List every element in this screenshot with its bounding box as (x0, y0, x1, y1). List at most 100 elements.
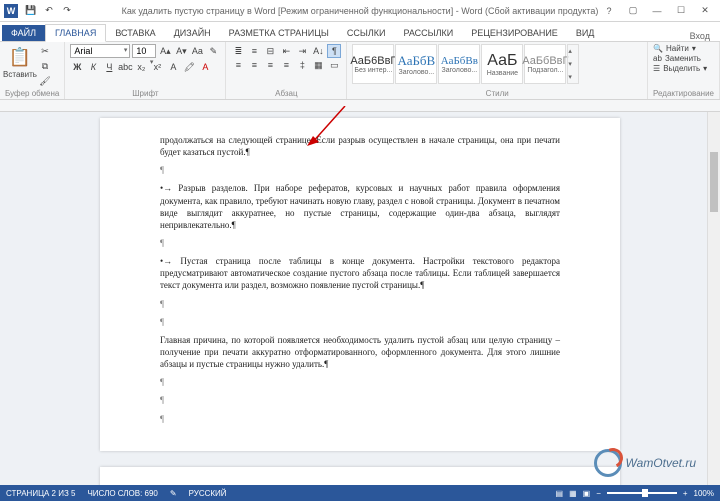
redo-icon[interactable]: ↷ (60, 4, 74, 18)
tab-design[interactable]: ДИЗАЙН (165, 25, 220, 41)
word-app-icon: W (4, 4, 18, 18)
shrink-font-icon[interactable]: A▾ (174, 44, 188, 58)
signin-link[interactable]: Вход (690, 31, 720, 41)
style-heading1[interactable]: АаБбВЗаголово... (395, 44, 437, 84)
text-effect-icon[interactable]: A (166, 60, 180, 74)
titlebar: W 💾 ↶ ↷ Как удалить пустую страницу в Wo… (0, 0, 720, 22)
status-proofing-icon[interactable]: ✎ (170, 489, 177, 498)
paste-label: Вставить (3, 70, 37, 79)
window-title: Как удалить пустую страницу в Word [Режи… (122, 6, 599, 16)
ruler[interactable] (0, 100, 720, 112)
vertical-scrollbar[interactable] (707, 112, 720, 485)
undo-icon[interactable]: ↶ (42, 4, 56, 18)
ribbon-options-icon[interactable]: ▢ (622, 2, 644, 20)
highlight-icon[interactable]: 🖍 (182, 60, 196, 74)
statusbar: СТРАНИЦА 2 ИЗ 5 ЧИСЛО СЛОВ: 690 ✎ РУССКИ… (0, 485, 720, 501)
copy-icon[interactable]: ⧉ (38, 59, 52, 73)
find-button[interactable]: 🔍Найти ▾ (653, 44, 714, 53)
find-icon: 🔍 (653, 44, 663, 53)
help-icon[interactable]: ? (598, 2, 620, 20)
cut-icon[interactable]: ✂ (38, 44, 52, 58)
line-spacing-icon[interactable]: ‡ (295, 58, 309, 72)
align-right-icon[interactable]: ≡ (263, 58, 277, 72)
tab-file[interactable]: ФАЙЛ (2, 25, 45, 41)
group-styles: АаБ6ВвГБез интер... АаБбВЗаголово... АаБ… (347, 42, 648, 99)
select-button[interactable]: ☰Выделить ▾ (653, 64, 714, 73)
zoom-out-icon[interactable]: − (596, 489, 601, 498)
view-read-icon[interactable]: ▤ (556, 489, 564, 498)
style-heading2[interactable]: АаБбВвЗаголово... (438, 44, 480, 84)
zoom-slider[interactable] (607, 492, 677, 494)
empty-paragraph: ¶ (160, 237, 560, 249)
clear-format-icon[interactable]: ✎ (206, 44, 220, 58)
tab-mailings[interactable]: РАССЫЛКИ (394, 25, 462, 41)
editing-group-label: Редактирование (653, 89, 714, 99)
empty-paragraph: ¶ (160, 298, 560, 310)
borders-icon[interactable]: ▭ (327, 58, 341, 72)
styles-group-label: Стили (352, 89, 642, 99)
pilcrow-icon[interactable]: ¶ (327, 44, 341, 58)
empty-paragraph: ¶ (160, 394, 560, 406)
bold-icon[interactable]: Ж (70, 60, 84, 74)
view-print-icon[interactable]: ▦ (569, 489, 577, 498)
paragraph: Главная причина, по которой появляется н… (160, 334, 560, 370)
maximize-icon[interactable]: ☐ (670, 2, 692, 20)
justify-icon[interactable]: ≡ (279, 58, 293, 72)
empty-paragraph: ¶ (160, 376, 560, 388)
italic-icon[interactable]: К (86, 60, 100, 74)
scrollbar-thumb[interactable] (710, 152, 718, 212)
empty-paragraph: ¶ (160, 316, 560, 328)
align-left-icon[interactable]: ≡ (231, 58, 245, 72)
font-name-select[interactable]: Arial (70, 44, 130, 58)
tab-home[interactable]: ГЛАВНАЯ (45, 24, 106, 42)
tab-layout[interactable]: РАЗМЕТКА СТРАНИЦЫ (220, 25, 338, 41)
paragraph: •→ Пустая страница после таблицы в конце… (150, 255, 560, 291)
shading-icon[interactable]: ▦ (311, 58, 325, 72)
numbering-icon[interactable]: ≡ (247, 44, 261, 58)
multilevel-icon[interactable]: ⊟ (263, 44, 277, 58)
zoom-in-icon[interactable]: + (683, 489, 688, 498)
sort-icon[interactable]: A↓ (311, 44, 325, 58)
document-page-2[interactable]: Как удалить пустой лист в Word при помощ… (100, 467, 620, 485)
select-icon: ☰ (653, 64, 660, 73)
tab-review[interactable]: РЕЦЕНЗИРОВАНИЕ (462, 25, 567, 41)
save-icon[interactable]: 💾 (24, 4, 38, 18)
bullets-icon[interactable]: ≣ (231, 44, 245, 58)
status-language[interactable]: РУССКИЙ (189, 489, 227, 498)
paragraph: •→ Разрыв разделов. При наборе рефератов… (150, 182, 560, 231)
font-color-icon[interactable]: A (198, 60, 212, 74)
status-words[interactable]: ЧИСЛО СЛОВ: 690 (87, 489, 157, 498)
style-title[interactable]: АаБНазвание (481, 44, 523, 84)
subscript-icon[interactable]: x₂ (134, 60, 148, 74)
close-icon[interactable]: ✕ (694, 2, 716, 20)
replace-icon: ab (653, 54, 662, 63)
tab-insert[interactable]: ВСТАВКА (106, 25, 164, 41)
status-page[interactable]: СТРАНИЦА 2 ИЗ 5 (6, 489, 75, 498)
dec-indent-icon[interactable]: ⇤ (279, 44, 293, 58)
ribbon: 📋 Вставить ✂ ⧉ 🖌 Буфер обмена Arial 10 A… (0, 42, 720, 100)
styles-expand-icon[interactable]: ▴▾▾ (567, 44, 579, 84)
replace-button[interactable]: abЗаменить (653, 54, 714, 63)
inc-indent-icon[interactable]: ⇥ (295, 44, 309, 58)
style-normal[interactable]: АаБ6ВвГБез интер... (352, 44, 394, 84)
strike-icon[interactable]: abc (118, 60, 132, 74)
ribbon-tabs: ФАЙЛ ГЛАВНАЯ ВСТАВКА ДИЗАЙН РАЗМЕТКА СТР… (0, 22, 720, 42)
minimize-icon[interactable]: — (646, 2, 668, 20)
tab-references[interactable]: ССЫЛКИ (338, 25, 395, 41)
font-size-select[interactable]: 10 (132, 44, 156, 58)
document-area: продолжаться на следующей странице. Если… (0, 100, 720, 485)
paste-button[interactable]: 📋 Вставить (5, 44, 35, 80)
change-case-icon[interactable]: Aa (190, 44, 204, 58)
style-subtitle[interactable]: АаБбВвГПодзагол... (524, 44, 566, 84)
tab-view[interactable]: ВИД (567, 25, 604, 41)
zoom-value[interactable]: 100% (694, 489, 714, 498)
document-page-1[interactable]: продолжаться на следующей странице. Если… (100, 118, 620, 451)
quick-access-toolbar: 💾 ↶ ↷ (24, 4, 74, 18)
grow-font-icon[interactable]: A▴ (158, 44, 172, 58)
group-clipboard: 📋 Вставить ✂ ⧉ 🖌 Буфер обмена (0, 42, 65, 99)
underline-icon[interactable]: Ч (102, 60, 116, 74)
view-web-icon[interactable]: ▣ (583, 489, 591, 498)
format-painter-icon[interactable]: 🖌 (38, 74, 52, 88)
group-editing: 🔍Найти ▾ abЗаменить ☰Выделить ▾ Редактир… (648, 42, 720, 99)
align-center-icon[interactable]: ≡ (247, 58, 261, 72)
